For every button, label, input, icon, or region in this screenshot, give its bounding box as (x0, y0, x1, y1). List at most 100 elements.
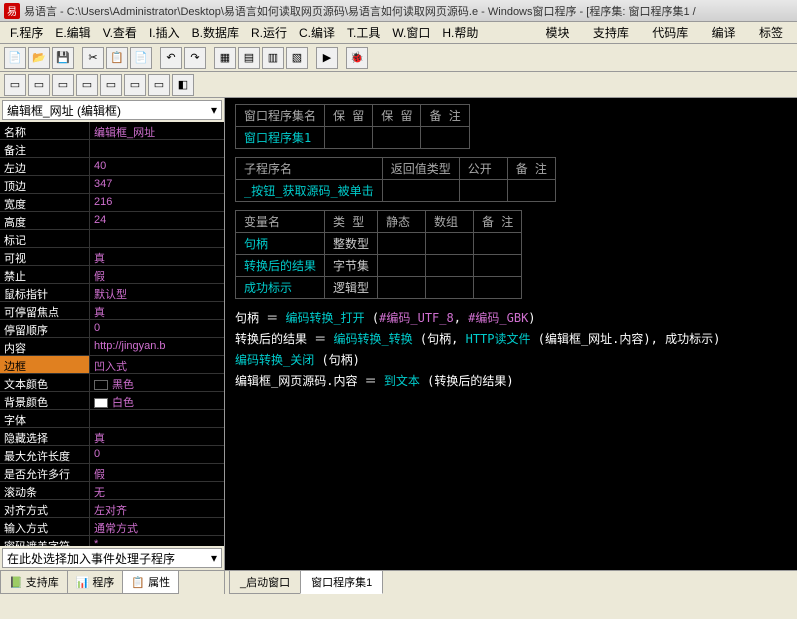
property-row[interactable]: 高度24 (0, 212, 224, 230)
run-icon[interactable]: ▶ (316, 47, 338, 69)
paste-icon[interactable]: 📄 (130, 47, 152, 69)
menu-module[interactable]: 模块 (536, 24, 580, 42)
menu-database[interactable]: B.数据库 (186, 22, 245, 43)
property-name: 标记 (0, 230, 90, 247)
form8-icon[interactable]: ◧ (172, 74, 194, 96)
property-row[interactable]: 标记 (0, 230, 224, 248)
property-row[interactable]: 鼠标指针默认型 (0, 284, 224, 302)
tab-start-window[interactable]: _启动窗口 (229, 570, 301, 594)
code-editor[interactable]: 窗口程序集名保 留保 留备 注 窗口程序集1 子程序名返回值类型公开备 注 _按… (225, 98, 797, 570)
event-selector[interactable]: 在此处选择加入事件处理子程序 ▾ (2, 548, 222, 568)
property-value[interactable]: 凹入式 (90, 356, 224, 373)
form6-icon[interactable]: ▭ (124, 74, 146, 96)
form1-icon[interactable]: ▭ (4, 74, 26, 96)
form4-icon[interactable]: ▭ (76, 74, 98, 96)
property-value[interactable]: 左对齐 (90, 500, 224, 517)
copy-icon[interactable]: 📋 (106, 47, 128, 69)
redo-icon[interactable]: ↷ (184, 47, 206, 69)
form2-icon[interactable]: ▭ (28, 74, 50, 96)
property-value[interactable]: 真 (90, 302, 224, 319)
open-icon[interactable]: 📂 (28, 47, 50, 69)
property-row[interactable]: 隐藏选择真 (0, 428, 224, 446)
property-value[interactable]: 白色 (90, 392, 224, 409)
component-selector[interactable]: 编辑框_网址 (编辑框) ▾ (2, 100, 222, 120)
property-value[interactable]: 216 (90, 194, 224, 211)
tab-properties[interactable]: 📋属性 (122, 570, 179, 594)
code-editor-panel: 窗口程序集名保 留保 留备 注 窗口程序集1 子程序名返回值类型公开备 注 _按… (225, 98, 797, 594)
menu-window[interactable]: W.窗口 (386, 22, 436, 43)
tab-support-lib[interactable]: 📗支持库 (0, 570, 68, 594)
property-row[interactable]: 边框凹入式 (0, 356, 224, 374)
property-value[interactable] (90, 230, 224, 247)
menu-codelib[interactable]: 代码库 (642, 24, 698, 42)
menu-help[interactable]: H.帮助 (436, 22, 484, 43)
property-value[interactable] (90, 410, 224, 427)
property-row[interactable]: 停留顺序0 (0, 320, 224, 338)
property-row[interactable]: 文本颜色黑色 (0, 374, 224, 392)
property-value[interactable]: 40 (90, 158, 224, 175)
property-value[interactable]: 无 (90, 482, 224, 499)
tab-program[interactable]: 📊程序 (67, 570, 124, 594)
property-row[interactable]: 字体 (0, 410, 224, 428)
props-icon: 📋 (131, 576, 145, 589)
property-value[interactable] (90, 140, 224, 157)
layout4-icon[interactable]: ▧ (286, 47, 308, 69)
property-row[interactable]: 可视真 (0, 248, 224, 266)
menu-compile[interactable]: C.编译 (293, 22, 341, 43)
property-value[interactable]: 真 (90, 248, 224, 265)
layout2-icon[interactable]: ▤ (238, 47, 260, 69)
property-row[interactable]: 密码遮盖字符* (0, 536, 224, 546)
property-row[interactable]: 背景颜色白色 (0, 392, 224, 410)
property-row[interactable]: 名称编辑框_网址 (0, 122, 224, 140)
property-row[interactable]: 滚动条无 (0, 482, 224, 500)
property-value[interactable]: http://jingyan.b (90, 338, 224, 355)
debug-icon[interactable]: 🐞 (346, 47, 368, 69)
property-row[interactable]: 宽度216 (0, 194, 224, 212)
new-icon[interactable]: 📄 (4, 47, 26, 69)
property-value[interactable]: 0 (90, 446, 224, 463)
menu-tags[interactable]: 标签 (749, 24, 793, 42)
properties-panel: 编辑框_网址 (编辑框) ▾ 名称编辑框_网址备注左边40顶边347宽度216高… (0, 98, 225, 594)
property-row[interactable]: 是否允许多行假 (0, 464, 224, 482)
tab-window-set[interactable]: 窗口程序集1 (300, 570, 383, 594)
property-row[interactable]: 备注 (0, 140, 224, 158)
layout3-icon[interactable]: ▥ (262, 47, 284, 69)
property-value[interactable]: 默认型 (90, 284, 224, 301)
property-row[interactable]: 最大允许长度0 (0, 446, 224, 464)
property-value[interactable]: 24 (90, 212, 224, 229)
menu-run[interactable]: R.运行 (245, 22, 293, 43)
property-row[interactable]: 可停留焦点真 (0, 302, 224, 320)
property-row[interactable]: 顶边347 (0, 176, 224, 194)
property-value[interactable]: 假 (90, 464, 224, 481)
property-value[interactable]: 真 (90, 428, 224, 445)
property-value[interactable]: 假 (90, 266, 224, 283)
property-value[interactable]: 347 (90, 176, 224, 193)
property-row[interactable]: 输入方式通常方式 (0, 518, 224, 536)
property-name: 高度 (0, 212, 90, 229)
menu-support[interactable]: 支持库 (583, 24, 639, 42)
form3-icon[interactable]: ▭ (52, 74, 74, 96)
form7-icon[interactable]: ▭ (148, 74, 170, 96)
property-value[interactable]: 黑色 (90, 374, 224, 391)
layout1-icon[interactable]: ▦ (214, 47, 236, 69)
property-row[interactable]: 对齐方式左对齐 (0, 500, 224, 518)
menu-tools[interactable]: T.工具 (341, 22, 386, 43)
property-value[interactable]: * (90, 536, 224, 546)
menu-find[interactable]: V.查看 (97, 22, 143, 43)
property-name: 是否允许多行 (0, 464, 90, 481)
menu-program[interactable]: F.程序 (4, 22, 49, 43)
property-row[interactable]: 禁止假 (0, 266, 224, 284)
property-grid[interactable]: 名称编辑框_网址备注左边40顶边347宽度216高度24标记可视真禁止假鼠标指针… (0, 122, 224, 546)
form5-icon[interactable]: ▭ (100, 74, 122, 96)
cut-icon[interactable]: ✂ (82, 47, 104, 69)
undo-icon[interactable]: ↶ (160, 47, 182, 69)
property-row[interactable]: 内容http://jingyan.b (0, 338, 224, 356)
menu-edit[interactable]: E.编辑 (49, 22, 96, 43)
menu-insert[interactable]: I.插入 (143, 22, 186, 43)
save-icon[interactable]: 💾 (52, 47, 74, 69)
property-value[interactable]: 通常方式 (90, 518, 224, 535)
menu-compile2[interactable]: 编译 (702, 24, 746, 42)
property-value[interactable]: 编辑框_网址 (90, 122, 224, 139)
property-value[interactable]: 0 (90, 320, 224, 337)
property-row[interactable]: 左边40 (0, 158, 224, 176)
